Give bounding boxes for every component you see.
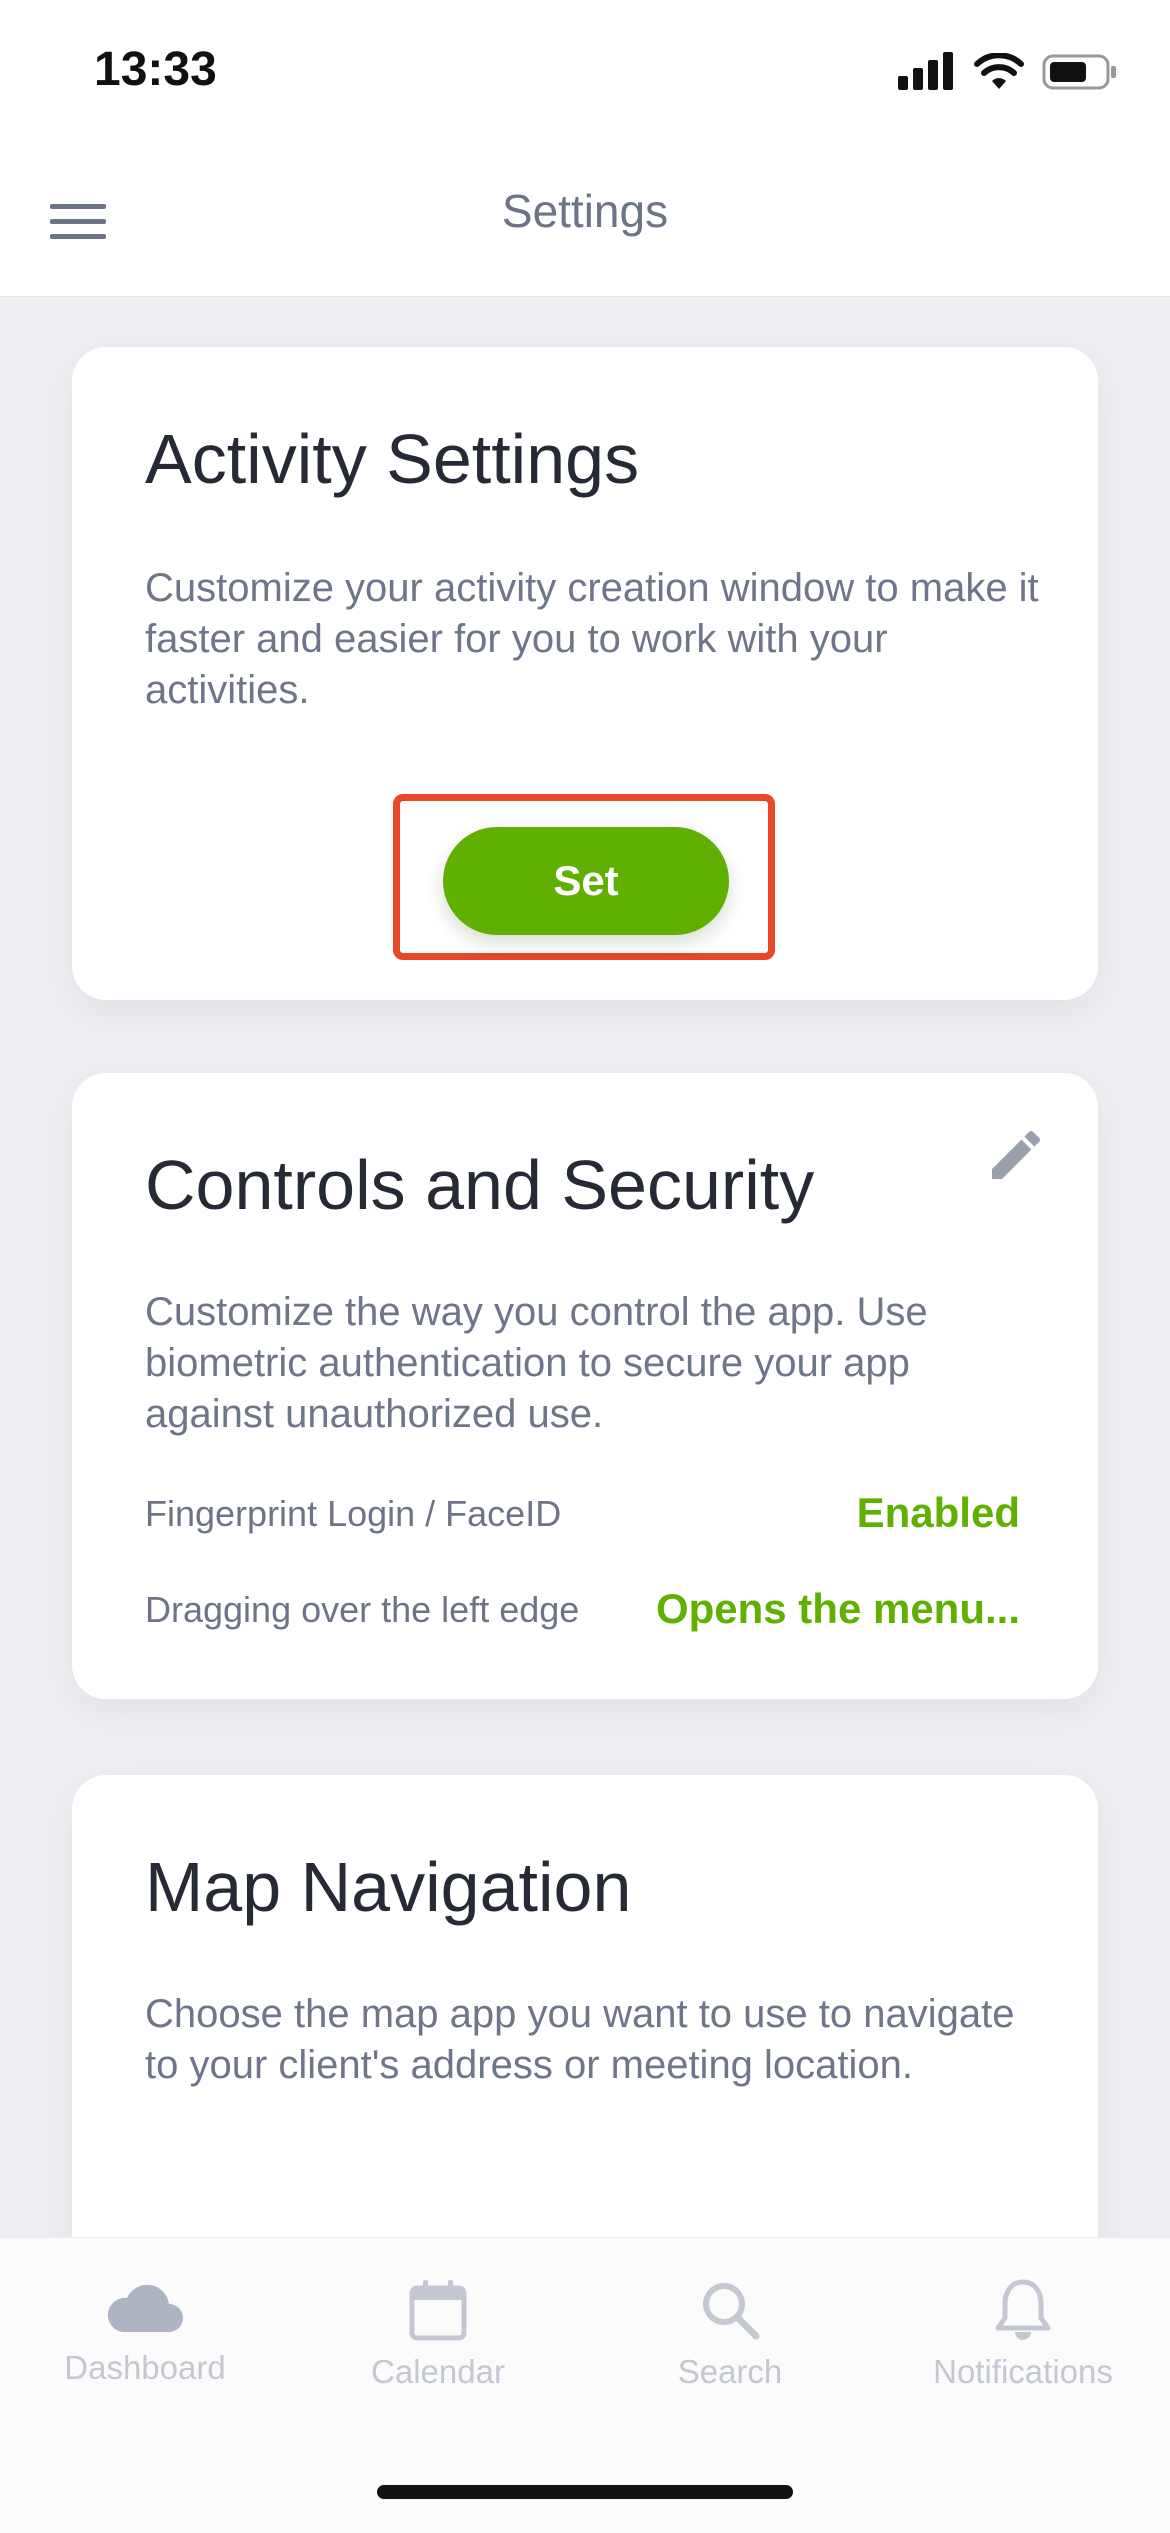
search-icon xyxy=(703,2283,760,2340)
controls-security-card: Controls and Security Customize the way … xyxy=(72,1073,1098,1699)
status-bar: 13:33 xyxy=(0,0,1170,150)
left-edge-drag-label: Dragging over the left edge xyxy=(145,1589,580,1630)
cloud-icon xyxy=(107,2284,183,2332)
page-title: Settings xyxy=(501,185,669,237)
highlight-box xyxy=(393,794,775,960)
left-edge-drag-value[interactable]: Opens the menu... xyxy=(656,1585,1020,1633)
fingerprint-login-value[interactable]: Enabled xyxy=(857,1489,1020,1537)
bell-icon xyxy=(995,2279,1051,2340)
cellular-signal-icon xyxy=(898,52,953,90)
map-navigation-card: Map Navigation Choose the map app you wa… xyxy=(72,1775,1098,2237)
battery-icon xyxy=(1042,54,1116,90)
activity-settings-description: Customize your activity creation window … xyxy=(145,566,1039,712)
tab-notifications-label: Notifications xyxy=(933,2353,1113,2390)
app-header: Settings xyxy=(0,150,1170,297)
tab-dashboard[interactable]: Dashboard xyxy=(15,2278,275,2387)
home-indicator[interactable] xyxy=(377,2485,793,2499)
tab-calendar-label: Calendar xyxy=(371,2353,505,2390)
status-time: 13:33 xyxy=(94,43,217,96)
map-navigation-title: Map Navigation xyxy=(145,1848,632,1926)
tab-calendar[interactable]: Calendar xyxy=(308,2278,568,2391)
tab-search-label: Search xyxy=(677,2353,783,2390)
edit-pencil-icon[interactable] xyxy=(984,1123,1048,1187)
controls-security-title: Controls and Security xyxy=(145,1146,815,1224)
tab-dashboard-label: Dashboard xyxy=(64,2349,226,2386)
settings-content[interactable]: Activity Settings Customize your activit… xyxy=(0,297,1170,2237)
map-navigation-description: Choose the map app you want to use to na… xyxy=(145,1992,1015,2087)
controls-security-description: Customize the way you control the app. U… xyxy=(145,1290,928,1436)
wifi-icon xyxy=(974,53,1024,89)
activity-settings-title: Activity Settings xyxy=(145,420,640,498)
tab-notifications[interactable]: Notifications xyxy=(893,2278,1153,2391)
calendar-icon xyxy=(409,2280,467,2341)
fingerprint-login-label: Fingerprint Login / FaceID xyxy=(145,1493,562,1534)
tab-search[interactable]: Search xyxy=(600,2278,860,2391)
status-icons xyxy=(898,52,1118,92)
activity-settings-card: Activity Settings Customize your activit… xyxy=(72,347,1098,1000)
